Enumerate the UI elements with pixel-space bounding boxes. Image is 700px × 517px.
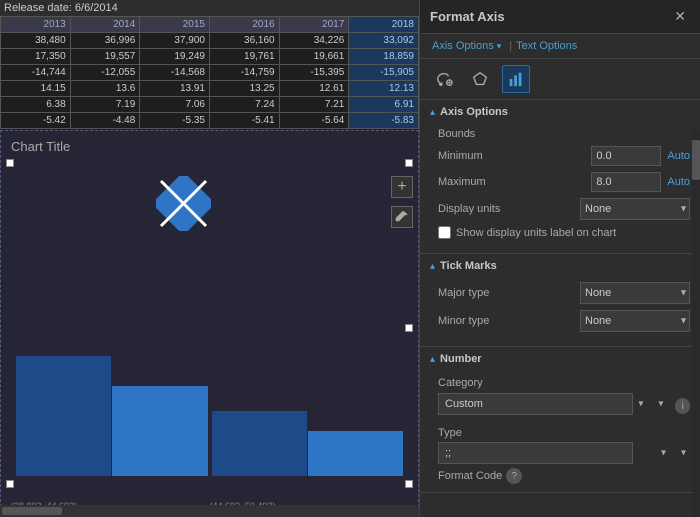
minor-type-select[interactable]: None Inside Outside Cross xyxy=(580,310,690,332)
format-panel: Format Axis ✕ Axis Options ▾ | Text Opti… xyxy=(420,0,700,517)
col-header-2015: 2015 xyxy=(140,17,210,33)
number-content: Category General Number Currency Account… xyxy=(420,371,700,492)
chart-area: Release date: 6/6/2014 2013 2014 2015 20… xyxy=(0,0,420,517)
major-type-select[interactable]: None Inside Outside Cross xyxy=(580,282,690,304)
tick-marks-section: ▴ Tick Marks Major type None Inside Outs… xyxy=(420,254,700,347)
handle-bottom-left[interactable] xyxy=(6,480,14,488)
type-label: Type xyxy=(438,427,462,439)
scrollbar-track[interactable] xyxy=(692,130,700,517)
show-label-text: Show display units label on chart xyxy=(456,227,616,239)
bounds-label-row: Bounds xyxy=(438,128,690,140)
handle-mid-right[interactable] xyxy=(405,324,413,332)
handle-bottom-right[interactable] xyxy=(405,480,413,488)
table-row: 6.38 7.19 7.06 7.24 7.21 6.91 xyxy=(1,97,419,113)
chart-title: Chart Title xyxy=(1,131,418,162)
handle-top-right[interactable] xyxy=(405,159,413,167)
tab-dropdown-icon: ▾ xyxy=(497,41,502,52)
axis-options-title: Axis Options xyxy=(440,106,508,118)
axis-options-section: ▴ Axis Options Bounds Minimum Auto Maxim… xyxy=(420,100,700,254)
effects-icon-button[interactable] xyxy=(466,65,494,93)
show-label-checkbox[interactable] xyxy=(438,226,451,239)
maximum-auto[interactable]: Auto xyxy=(667,176,690,188)
display-units-row: Display units None Hundreds Thousands Mi… xyxy=(438,198,690,220)
format-code-info-button[interactable]: ? xyxy=(506,468,522,484)
display-units-label: Display units xyxy=(438,203,580,215)
minimum-auto[interactable]: Auto xyxy=(667,150,690,162)
bar-4 xyxy=(308,431,403,476)
major-type-label: Major type xyxy=(438,287,580,299)
tick-marks-title: Tick Marks xyxy=(440,260,497,272)
minimum-label: Minimum xyxy=(438,150,591,162)
icon-row xyxy=(420,59,700,100)
display-units-select-wrap: None Hundreds Thousands Millions ▾ xyxy=(580,198,690,220)
col-header-2013: 2013 xyxy=(1,17,71,33)
major-type-row: Major type None Inside Outside Cross ▾ xyxy=(438,282,690,304)
handle-top-left[interactable] xyxy=(6,159,14,167)
number-arrow: ▴ xyxy=(430,354,435,365)
minor-type-select-wrap: None Inside Outside Cross ▾ xyxy=(580,310,690,332)
format-code-row: Format Code ? xyxy=(438,468,690,484)
col-header-2018: 2018 xyxy=(349,17,419,33)
panel-content[interactable]: ▴ Axis Options Bounds Minimum Auto Maxim… xyxy=(420,100,700,517)
category-label: Category xyxy=(438,377,483,389)
minor-type-row: Minor type None Inside Outside Cross ▾ xyxy=(438,310,690,332)
tab-axis-options[interactable]: Axis Options ▾ xyxy=(428,38,505,54)
add-chart-element-button[interactable]: + xyxy=(391,176,413,198)
major-type-select-wrap: None Inside Outside Cross ▾ xyxy=(580,282,690,304)
display-units-select[interactable]: None Hundreds Thousands Millions xyxy=(580,198,690,220)
bar-3 xyxy=(212,411,307,476)
col-header-2016: 2016 xyxy=(209,17,279,33)
bar-2 xyxy=(112,386,207,476)
panel-header: Format Axis ✕ xyxy=(420,0,700,34)
table-row: 14.15 13.6 13.91 13.25 12.61 12.13 xyxy=(1,81,419,97)
type-select-wrap: ;; ▾ xyxy=(438,442,690,464)
horizontal-scrollbar[interactable] xyxy=(2,507,62,515)
panel-title: Format Axis xyxy=(430,9,505,24)
axis-options-header[interactable]: ▴ Axis Options xyxy=(420,100,700,124)
tick-marks-content: Major type None Inside Outside Cross ▾ M… xyxy=(420,278,700,346)
minimum-input[interactable] xyxy=(591,146,661,166)
fill-icon-button[interactable] xyxy=(430,65,458,93)
show-label-row: Show display units label on chart xyxy=(438,226,690,239)
chart-container[interactable]: Chart Title + xyxy=(0,130,419,517)
category-select[interactable]: General Number Currency Accounting Date … xyxy=(438,393,633,415)
tick-marks-arrow: ▴ xyxy=(430,261,435,272)
chart-icon xyxy=(156,176,211,231)
type-select[interactable]: ;; xyxy=(438,442,633,464)
bounds-label: Bounds xyxy=(438,128,690,140)
tab-separator: | xyxy=(509,40,512,52)
maximum-row: Maximum Auto xyxy=(438,172,690,192)
axis-options-arrow: ▴ xyxy=(430,107,435,118)
table-row: 17,350 19,557 19,249 19,761 19,661 18,85… xyxy=(1,49,419,65)
table-row: -14,744 -12,055 -14,568 -14,759 -15,395 … xyxy=(1,65,419,81)
minor-type-label: Minor type xyxy=(438,315,580,327)
axis-options-content: Bounds Minimum Auto Maximum Auto Display… xyxy=(420,124,700,253)
col-header-2014: 2014 xyxy=(70,17,140,33)
number-section: ▴ Number Category General Number Currenc… xyxy=(420,347,700,493)
number-header[interactable]: ▴ Number xyxy=(420,347,700,371)
edit-chart-button[interactable] xyxy=(391,206,413,228)
panel-tabs: Axis Options ▾ | Text Options xyxy=(420,34,700,59)
bar-1 xyxy=(16,356,111,476)
col-header-2017: 2017 xyxy=(279,17,349,33)
maximum-input[interactable] xyxy=(591,172,661,192)
minimum-row: Minimum Auto xyxy=(438,146,690,166)
number-title: Number xyxy=(440,353,482,365)
format-code-label: Format Code xyxy=(438,470,502,482)
category-select-row: General Number Currency Accounting Date … xyxy=(438,393,690,419)
tick-marks-header[interactable]: ▴ Tick Marks xyxy=(420,254,700,278)
table-row: -5.42 -4.48 -5.35 -5.41 -5.64 -5.83 xyxy=(1,113,419,129)
maximum-label: Maximum xyxy=(438,176,591,188)
chart-options-icon-button[interactable] xyxy=(502,65,530,93)
table-row: 38,480 36,996 37,900 36,160 34,226 33,09… xyxy=(1,33,419,49)
data-table: 2013 2014 2015 2016 2017 2018 38,480 36,… xyxy=(0,16,419,129)
category-info-button[interactable]: i xyxy=(675,398,690,414)
release-date: Release date: 6/6/2014 xyxy=(0,0,419,16)
spreadsheet: Release date: 6/6/2014 2013 2014 2015 20… xyxy=(0,0,419,129)
tab-text-options[interactable]: Text Options xyxy=(516,40,577,52)
category-select-wrap: General Number Currency Accounting Date … xyxy=(438,393,667,415)
scrollbar-thumb[interactable] xyxy=(692,140,700,180)
close-button[interactable]: ✕ xyxy=(670,6,690,27)
